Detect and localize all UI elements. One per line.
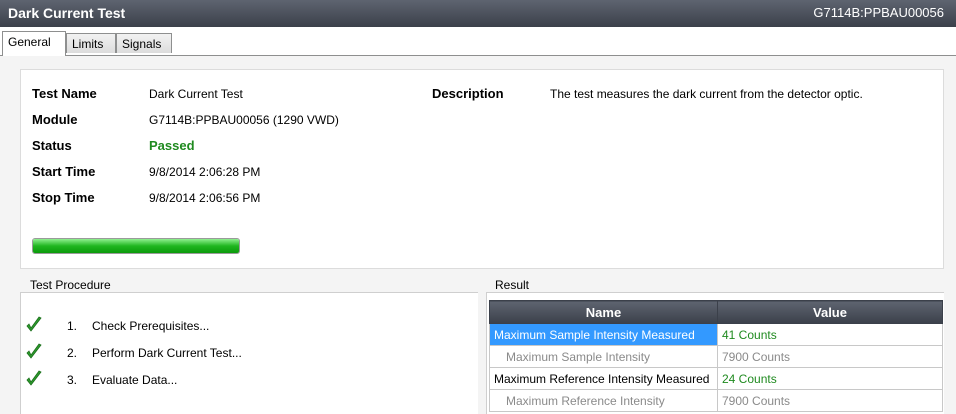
tab-signals[interactable]: Signals [116,33,172,53]
window-title-bar: Dark Current Test G7114B:PPBAU00056 [0,0,956,27]
test-progress-bar [32,238,240,254]
result-table: Name Value Maximum Sample Intensity Meas… [489,300,943,412]
start-time-label: Start Time [32,164,96,179]
test-name-label: Test Name [32,86,97,101]
general-tab-content: Test Name Dark Current Test Module G7114… [0,56,956,414]
result-value-cell[interactable]: 24 Counts [717,367,943,390]
module-value: G7114B:PPBAU00056 (1290 VWD) [149,113,339,127]
module-identifier: G7114B:PPBAU00056 [813,5,944,20]
checkmark-icon [26,370,42,386]
table-row[interactable]: Maximum Sample Intensity 7900 Counts [489,345,943,368]
test-procedure-panel: 1. Check Prerequisites... 2. Perform Dar… [20,292,478,414]
column-header-name[interactable]: Name [489,300,718,324]
result-name-cell[interactable]: Maximum Reference Intensity Measured [489,367,718,390]
stop-time-label: Stop Time [32,190,95,205]
table-row[interactable]: Maximum Sample Intensity Measured 41 Cou… [489,323,943,346]
stop-time-value: 9/8/2014 2:06:56 PM [149,191,261,205]
tab-limits[interactable]: Limits [66,33,116,53]
test-name-value: Dark Current Test [149,87,243,101]
checkmark-icon [26,316,42,332]
status-label: Status [32,138,72,153]
start-time-value: 9/8/2014 2:06:28 PM [149,165,261,179]
table-row[interactable]: Maximum Reference Intensity Measured 24 … [489,367,943,390]
progress-fill [33,239,239,253]
result-title: Result [493,278,532,292]
result-name-cell[interactable]: Maximum Reference Intensity [489,389,718,412]
step-text: Perform Dark Current Test... [92,346,242,360]
procedure-step: 1. Check Prerequisites... [21,316,441,336]
table-row[interactable]: Maximum Reference Intensity 7900 Counts [489,389,943,412]
result-name-cell[interactable]: Maximum Sample Intensity Measured [489,323,718,346]
result-header-row: Name Value [489,300,943,324]
result-value-cell[interactable]: 7900 Counts [717,345,943,368]
module-label: Module [32,112,78,127]
tab-strip: General Limits Signals [0,31,956,56]
status-value: Passed [149,138,195,153]
test-info-panel: Test Name Dark Current Test Module G7114… [20,69,944,269]
result-name-cell[interactable]: Maximum Sample Intensity [489,345,718,368]
result-value-cell[interactable]: 41 Counts [717,323,943,346]
description-value: The test measures the dark current from … [550,87,863,101]
checkmark-icon [26,343,42,359]
step-text: Check Prerequisites... [92,319,210,333]
procedure-step: 3. Evaluate Data... [21,370,441,390]
step-number: 3. [67,373,78,387]
step-number: 2. [67,346,78,360]
window-title: Dark Current Test [8,5,126,21]
test-procedure-title: Test Procedure [28,278,113,292]
step-text: Evaluate Data... [92,373,178,387]
description-label: Description [432,86,504,101]
result-panel: Name Value Maximum Sample Intensity Meas… [486,292,944,414]
column-header-value[interactable]: Value [717,300,943,324]
tab-general[interactable]: General [2,31,66,56]
procedure-step: 2. Perform Dark Current Test... [21,343,441,363]
step-number: 1. [67,319,78,333]
result-value-cell[interactable]: 7900 Counts [717,389,943,412]
